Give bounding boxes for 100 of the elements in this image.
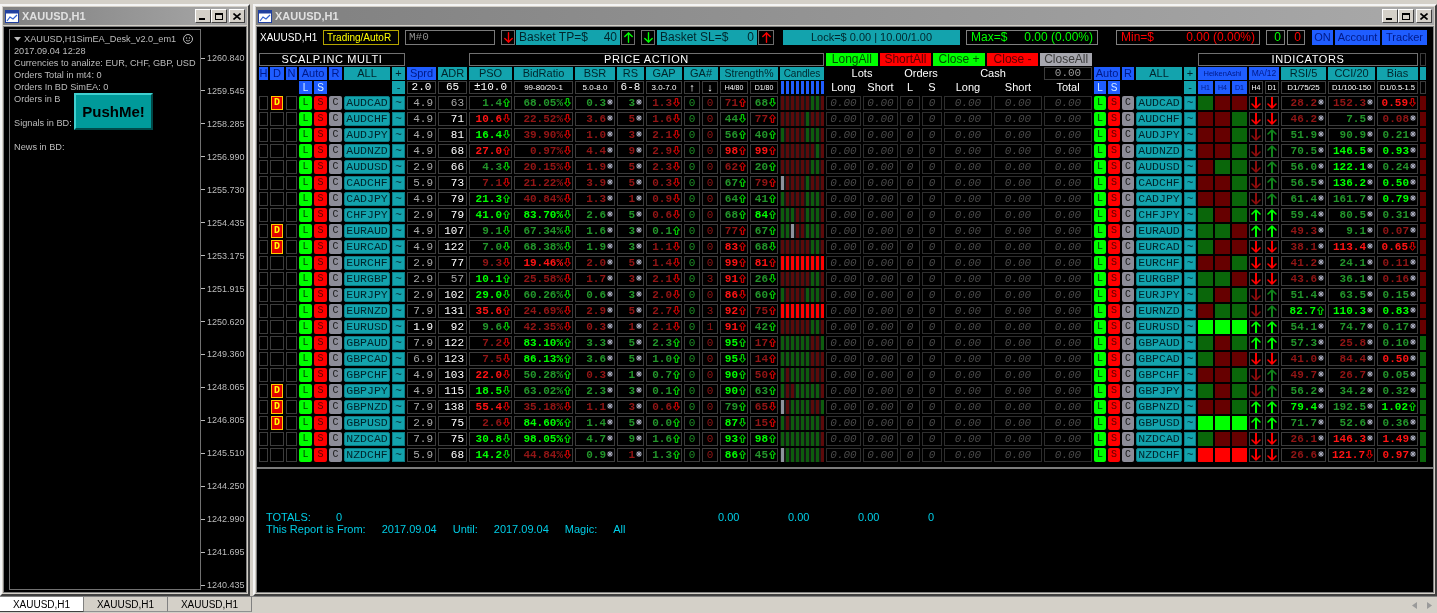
symbol-button[interactable]: AUDNZD: [344, 144, 390, 158]
close-trade-button[interactable]: C: [329, 384, 342, 398]
close-trade-button[interactable]: C: [1122, 176, 1134, 190]
symbol-button[interactable]: EURUSD: [1136, 320, 1182, 334]
menu-button[interactable]: ~: [392, 128, 405, 142]
long-button[interactable]: L: [1094, 432, 1106, 446]
close-trade-button[interactable]: C: [1122, 208, 1134, 222]
menu-button[interactable]: ~: [1184, 384, 1196, 398]
menu-button[interactable]: ~: [392, 160, 405, 174]
long-button[interactable]: L: [299, 288, 312, 302]
menu-button[interactable]: ~: [1184, 320, 1196, 334]
long-button[interactable]: L: [299, 352, 312, 366]
symbol-button[interactable]: GBPCHF: [344, 368, 390, 382]
short-button[interactable]: S: [1108, 288, 1120, 302]
short-button[interactable]: S: [1108, 192, 1120, 206]
short-button[interactable]: S: [1108, 448, 1120, 462]
menu-button[interactable]: ~: [1184, 96, 1196, 110]
short-button[interactable]: S: [1108, 128, 1120, 142]
menu-button[interactable]: ~: [1184, 160, 1196, 174]
symbol-button[interactable]: GBPNZD: [344, 400, 390, 414]
symbol-button[interactable]: CHFJPY: [1136, 208, 1182, 222]
basket-sl-field[interactable]: Basket SL=$ 0: [657, 30, 757, 45]
symbol-button[interactable]: AUDUSD: [344, 160, 390, 174]
close-trade-button[interactable]: C: [329, 192, 342, 206]
long-button[interactable]: L: [299, 208, 312, 222]
menu-button[interactable]: ~: [392, 208, 405, 222]
long-button[interactable]: L: [1094, 352, 1106, 366]
menu-button[interactable]: ~: [1184, 144, 1196, 158]
short-button[interactable]: S: [1108, 352, 1120, 366]
close-trade-button[interactable]: C: [329, 112, 342, 126]
short-button[interactable]: S: [314, 160, 327, 174]
short-button[interactable]: S: [314, 400, 327, 414]
long-button[interactable]: L: [1094, 160, 1106, 174]
bulk-action-button[interactable]: Close +: [933, 53, 985, 66]
long-button[interactable]: L: [1094, 144, 1106, 158]
header-button[interactable]: ALL: [344, 67, 390, 80]
short-button[interactable]: S: [314, 432, 327, 446]
menu-button[interactable]: ~: [392, 416, 405, 430]
close-trade-button[interactable]: C: [329, 240, 342, 254]
maximize-button[interactable]: [211, 9, 227, 23]
close-trade-button[interactable]: C: [1122, 240, 1134, 254]
symbol-button[interactable]: GBPCAD: [1136, 352, 1182, 366]
menu-button[interactable]: ~: [1184, 224, 1196, 238]
close-trade-button[interactable]: C: [329, 368, 342, 382]
short-button[interactable]: S: [314, 272, 327, 286]
close-button[interactable]: [229, 9, 245, 23]
menu-button[interactable]: ~: [392, 272, 405, 286]
close-trade-button[interactable]: C: [1122, 112, 1134, 126]
long-button[interactable]: L: [299, 432, 312, 446]
menu-button[interactable]: ~: [392, 112, 405, 126]
menu-button[interactable]: ~: [392, 256, 405, 270]
menu-button[interactable]: ~: [392, 336, 405, 350]
short-button[interactable]: S: [1108, 208, 1120, 222]
short-button[interactable]: S: [314, 224, 327, 238]
short-button[interactable]: S: [314, 368, 327, 382]
symbol-button[interactable]: GBPNZD: [1136, 400, 1182, 414]
toggle-button[interactable]: Account: [1335, 30, 1380, 45]
close-trade-button[interactable]: C: [329, 448, 342, 462]
chart-tab[interactable]: XAUUSD,H1: [84, 597, 168, 612]
symbol-button[interactable]: NZDCAD: [344, 432, 390, 446]
long-button[interactable]: L: [299, 144, 312, 158]
short-button[interactable]: S: [314, 448, 327, 462]
long-button[interactable]: L: [299, 256, 312, 270]
symbol-button[interactable]: AUDCHF: [344, 112, 390, 126]
long-button[interactable]: L: [1094, 112, 1106, 126]
close-trade-button[interactable]: C: [329, 304, 342, 318]
symbol-button[interactable]: EURAUD: [344, 224, 390, 238]
header-button[interactable]: R: [1122, 67, 1134, 80]
long-button[interactable]: L: [1094, 208, 1106, 222]
long-button[interactable]: L: [299, 368, 312, 382]
long-button[interactable]: L: [1094, 384, 1106, 398]
close-trade-button[interactable]: C: [1122, 160, 1134, 174]
symbol-button[interactable]: CADCHF: [344, 176, 390, 190]
symbol-button[interactable]: EURAUD: [1136, 224, 1182, 238]
symbol-button[interactable]: GBPUSD: [1136, 416, 1182, 430]
menu-button[interactable]: ~: [392, 384, 405, 398]
long-button[interactable]: L: [1094, 96, 1106, 110]
bulk-action-button[interactable]: LongAll: [826, 53, 878, 66]
symbol-button[interactable]: NZDCAD: [1136, 432, 1182, 446]
close-trade-button[interactable]: C: [329, 96, 342, 110]
short-button[interactable]: S: [1108, 160, 1120, 174]
short-button[interactable]: S: [314, 96, 327, 110]
header-button[interactable]: +: [392, 67, 405, 80]
long-button[interactable]: L: [1094, 368, 1106, 382]
close-trade-button[interactable]: C: [1122, 432, 1134, 446]
close-trade-button[interactable]: C: [329, 128, 342, 142]
short-button[interactable]: S: [1108, 368, 1120, 382]
menu-button[interactable]: ~: [392, 320, 405, 334]
symbol-button[interactable]: GBPCAD: [344, 352, 390, 366]
symbol-button[interactable]: EURGBP: [1136, 272, 1182, 286]
symbol-button[interactable]: EURJPY: [344, 288, 390, 302]
menu-button[interactable]: ~: [1184, 272, 1196, 286]
symbol-button[interactable]: EURJPY: [1136, 288, 1182, 302]
symbol-button[interactable]: AUDCAD: [1136, 96, 1182, 110]
menu-button[interactable]: ~: [392, 304, 405, 318]
symbol-button[interactable]: EURCAD: [344, 240, 390, 254]
long-button[interactable]: L: [1094, 192, 1106, 206]
close-trade-button[interactable]: C: [1122, 352, 1134, 366]
symbol-button[interactable]: EURCHF: [1136, 256, 1182, 270]
long-button[interactable]: L: [299, 224, 312, 238]
